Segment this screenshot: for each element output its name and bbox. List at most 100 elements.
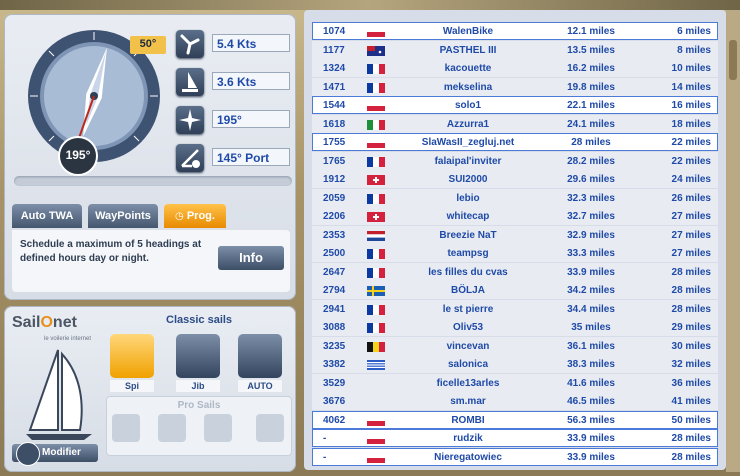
- table-row[interactable]: 3088 Oliv53 35 miles 29 miles: [312, 318, 718, 336]
- gap-cell: 22 miles: [671, 155, 711, 167]
- distance-cell: 16.2 miles: [567, 63, 615, 74]
- rank-cell: 1765: [323, 155, 346, 167]
- skipper-name: kacouette: [444, 63, 492, 74]
- flag-icon: [367, 64, 385, 74]
- skipper-name: mekselina: [443, 81, 493, 93]
- table-row[interactable]: - rudzik 33.9 miles 28 miles: [312, 429, 718, 447]
- flag-icon: [367, 323, 385, 333]
- schedule-info-box: Schedule a maximum of 5 headings at defi…: [12, 230, 290, 292]
- tab-prog[interactable]: ◷ Prog.: [164, 204, 226, 228]
- skipper-name: WalenBike: [442, 26, 494, 37]
- table-row[interactable]: 2353 Breezie NaT 32.9 miles 27 miles: [312, 225, 718, 244]
- skipper-name: le st pierre: [442, 303, 494, 315]
- distance-cell: 33.9 miles: [567, 451, 615, 463]
- gap-cell: 10 miles: [671, 63, 711, 74]
- scroll-thumb[interactable]: [729, 40, 737, 80]
- flag-icon: [367, 101, 385, 111]
- gap-cell: 26 miles: [671, 192, 711, 204]
- table-row[interactable]: 1074 WalenBike 12.1 miles 6 miles: [312, 22, 718, 40]
- flag-icon: [367, 27, 385, 37]
- table-row[interactable]: 3529 ficelle13arles 41.6 miles 36 miles: [312, 373, 718, 392]
- table-row[interactable]: 1755 SlaWasII_zegluj.net 28 miles 22 miles: [312, 133, 718, 151]
- rank-cell: 2647: [323, 266, 346, 278]
- rank-cell: 4062: [323, 414, 346, 426]
- distance-cell: 56.3 miles: [567, 414, 615, 426]
- flag-icon: [367, 119, 385, 130]
- table-row[interactable]: 1544 solo1 22.1 miles 16 miles: [312, 96, 718, 114]
- skipper-name: sm.mar: [450, 396, 486, 407]
- gap-cell: 41 miles: [671, 396, 711, 407]
- heading-dial-value: 195°: [65, 148, 91, 162]
- skipper-name: les filles du cvas: [428, 266, 508, 278]
- table-row[interactable]: - Nieregatowiec 33.9 miles 28 miles: [312, 447, 718, 466]
- tab-prog-label: Prog.: [186, 210, 215, 222]
- flag-icon: [367, 434, 385, 444]
- gap-cell: 18 miles: [671, 118, 711, 130]
- table-row[interactable]: 2941 le st pierre 34.4 miles 28 miles: [312, 299, 718, 318]
- flag-icon: [367, 415, 385, 426]
- table-row[interactable]: 1765 falaipal'inviter 28.2 miles 22 miles: [312, 151, 718, 170]
- flag-icon: [367, 267, 385, 278]
- sails-panel: SailOnet le voilerie internet Classic sa…: [4, 306, 296, 472]
- skipper-name: PASTHEL III: [439, 44, 497, 56]
- gap-cell: 14 miles: [671, 81, 711, 93]
- rank-cell: 2353: [323, 229, 346, 241]
- jib-sail-button[interactable]: [176, 334, 220, 378]
- table-row[interactable]: 1618 Azzurra1 24.1 miles 18 miles: [312, 114, 718, 133]
- boat-speed-metric: 3.6 Kts: [176, 68, 294, 96]
- rank-cell: 1074: [323, 26, 346, 37]
- table-row[interactable]: 3235 vincevan 36.1 miles 30 miles: [312, 336, 718, 355]
- skipper-name: Azzurra1: [446, 118, 490, 130]
- table-row[interactable]: 1177 PASTHEL III 13.5 miles 8 miles: [312, 40, 718, 59]
- table-row[interactable]: 2794 BÖLJA 34.2 miles 28 miles: [312, 281, 718, 299]
- tab-auto-twa[interactable]: Auto TWA: [12, 204, 82, 228]
- heading-metric: 195°: [176, 106, 294, 134]
- table-row[interactable]: 1324 kacouette 16.2 miles 10 miles: [312, 59, 718, 77]
- table-row[interactable]: 2647 les filles du cvas 33.9 miles 28 miles: [312, 262, 718, 281]
- table-row[interactable]: 3676 sm.mar 46.5 miles 41 miles: [312, 392, 718, 410]
- rank-cell: -: [323, 451, 327, 463]
- info-button[interactable]: Info: [218, 246, 284, 270]
- jib-label: Jib: [176, 380, 220, 392]
- map-scrollbar[interactable]: [726, 10, 740, 472]
- distance-cell: 33.9 miles: [567, 433, 615, 444]
- table-row[interactable]: 1471 mekselina 19.8 miles 14 miles: [312, 77, 718, 96]
- distance-cell: 34.4 miles: [567, 303, 615, 315]
- pro-sail-1-button[interactable]: [112, 414, 140, 442]
- navigation-panel: 195° 50° 5.4 Kts 3.6 Kts 195° 145° Port …: [4, 14, 296, 300]
- pro-sail-3-button[interactable]: [204, 414, 232, 442]
- tab-waypoints[interactable]: WayPoints: [88, 204, 158, 228]
- flag-icon: [367, 156, 385, 167]
- flag-icon: [367, 175, 385, 185]
- pro-sail-4-button[interactable]: [256, 414, 284, 442]
- table-row[interactable]: 2500 teampsg 33.3 miles 27 miles: [312, 244, 718, 262]
- skipper-name: teampsg: [447, 248, 489, 259]
- clock-icon: ◷: [175, 211, 184, 222]
- flag-icon: [367, 304, 385, 315]
- rank-cell: 1177: [323, 44, 345, 56]
- twa-value: 145° Port: [212, 148, 290, 166]
- gap-cell: 27 miles: [671, 248, 711, 259]
- skipper-name: SlaWasII_zegluj.net: [421, 137, 515, 148]
- rank-cell: 3088: [323, 322, 346, 333]
- gap-cell: 6 miles: [677, 26, 711, 37]
- auto-sail-button[interactable]: [238, 334, 282, 378]
- heading-slider[interactable]: [14, 176, 292, 186]
- twa-badge-value: 50°: [139, 38, 157, 50]
- table-row[interactable]: 2206 whitecap 32.7 miles 27 miles: [312, 207, 718, 225]
- spi-sail-button[interactable]: [110, 334, 154, 378]
- table-row[interactable]: 4062 ROMBI 56.3 miles 50 miles: [312, 410, 718, 429]
- gap-cell: 28 miles: [671, 303, 711, 315]
- flag-icon: [367, 341, 385, 352]
- gap-cell: 36 miles: [671, 377, 711, 389]
- table-row[interactable]: 2059 lebio 32.3 miles 26 miles: [312, 188, 718, 207]
- table-row[interactable]: 1912 SUI2000 29.6 miles 24 miles: [312, 170, 718, 188]
- pro-sail-2-button[interactable]: [158, 414, 186, 442]
- table-row[interactable]: 3382 salonica 38.3 miles 32 miles: [312, 355, 718, 373]
- wind-icon: [176, 30, 204, 58]
- gap-cell: 32 miles: [671, 359, 711, 370]
- skipper-name: vincevan: [446, 340, 490, 352]
- distance-cell: 46.5 miles: [567, 396, 615, 407]
- boat-speed-value: 3.6 Kts: [212, 72, 290, 90]
- gap-cell: 16 miles: [671, 100, 711, 111]
